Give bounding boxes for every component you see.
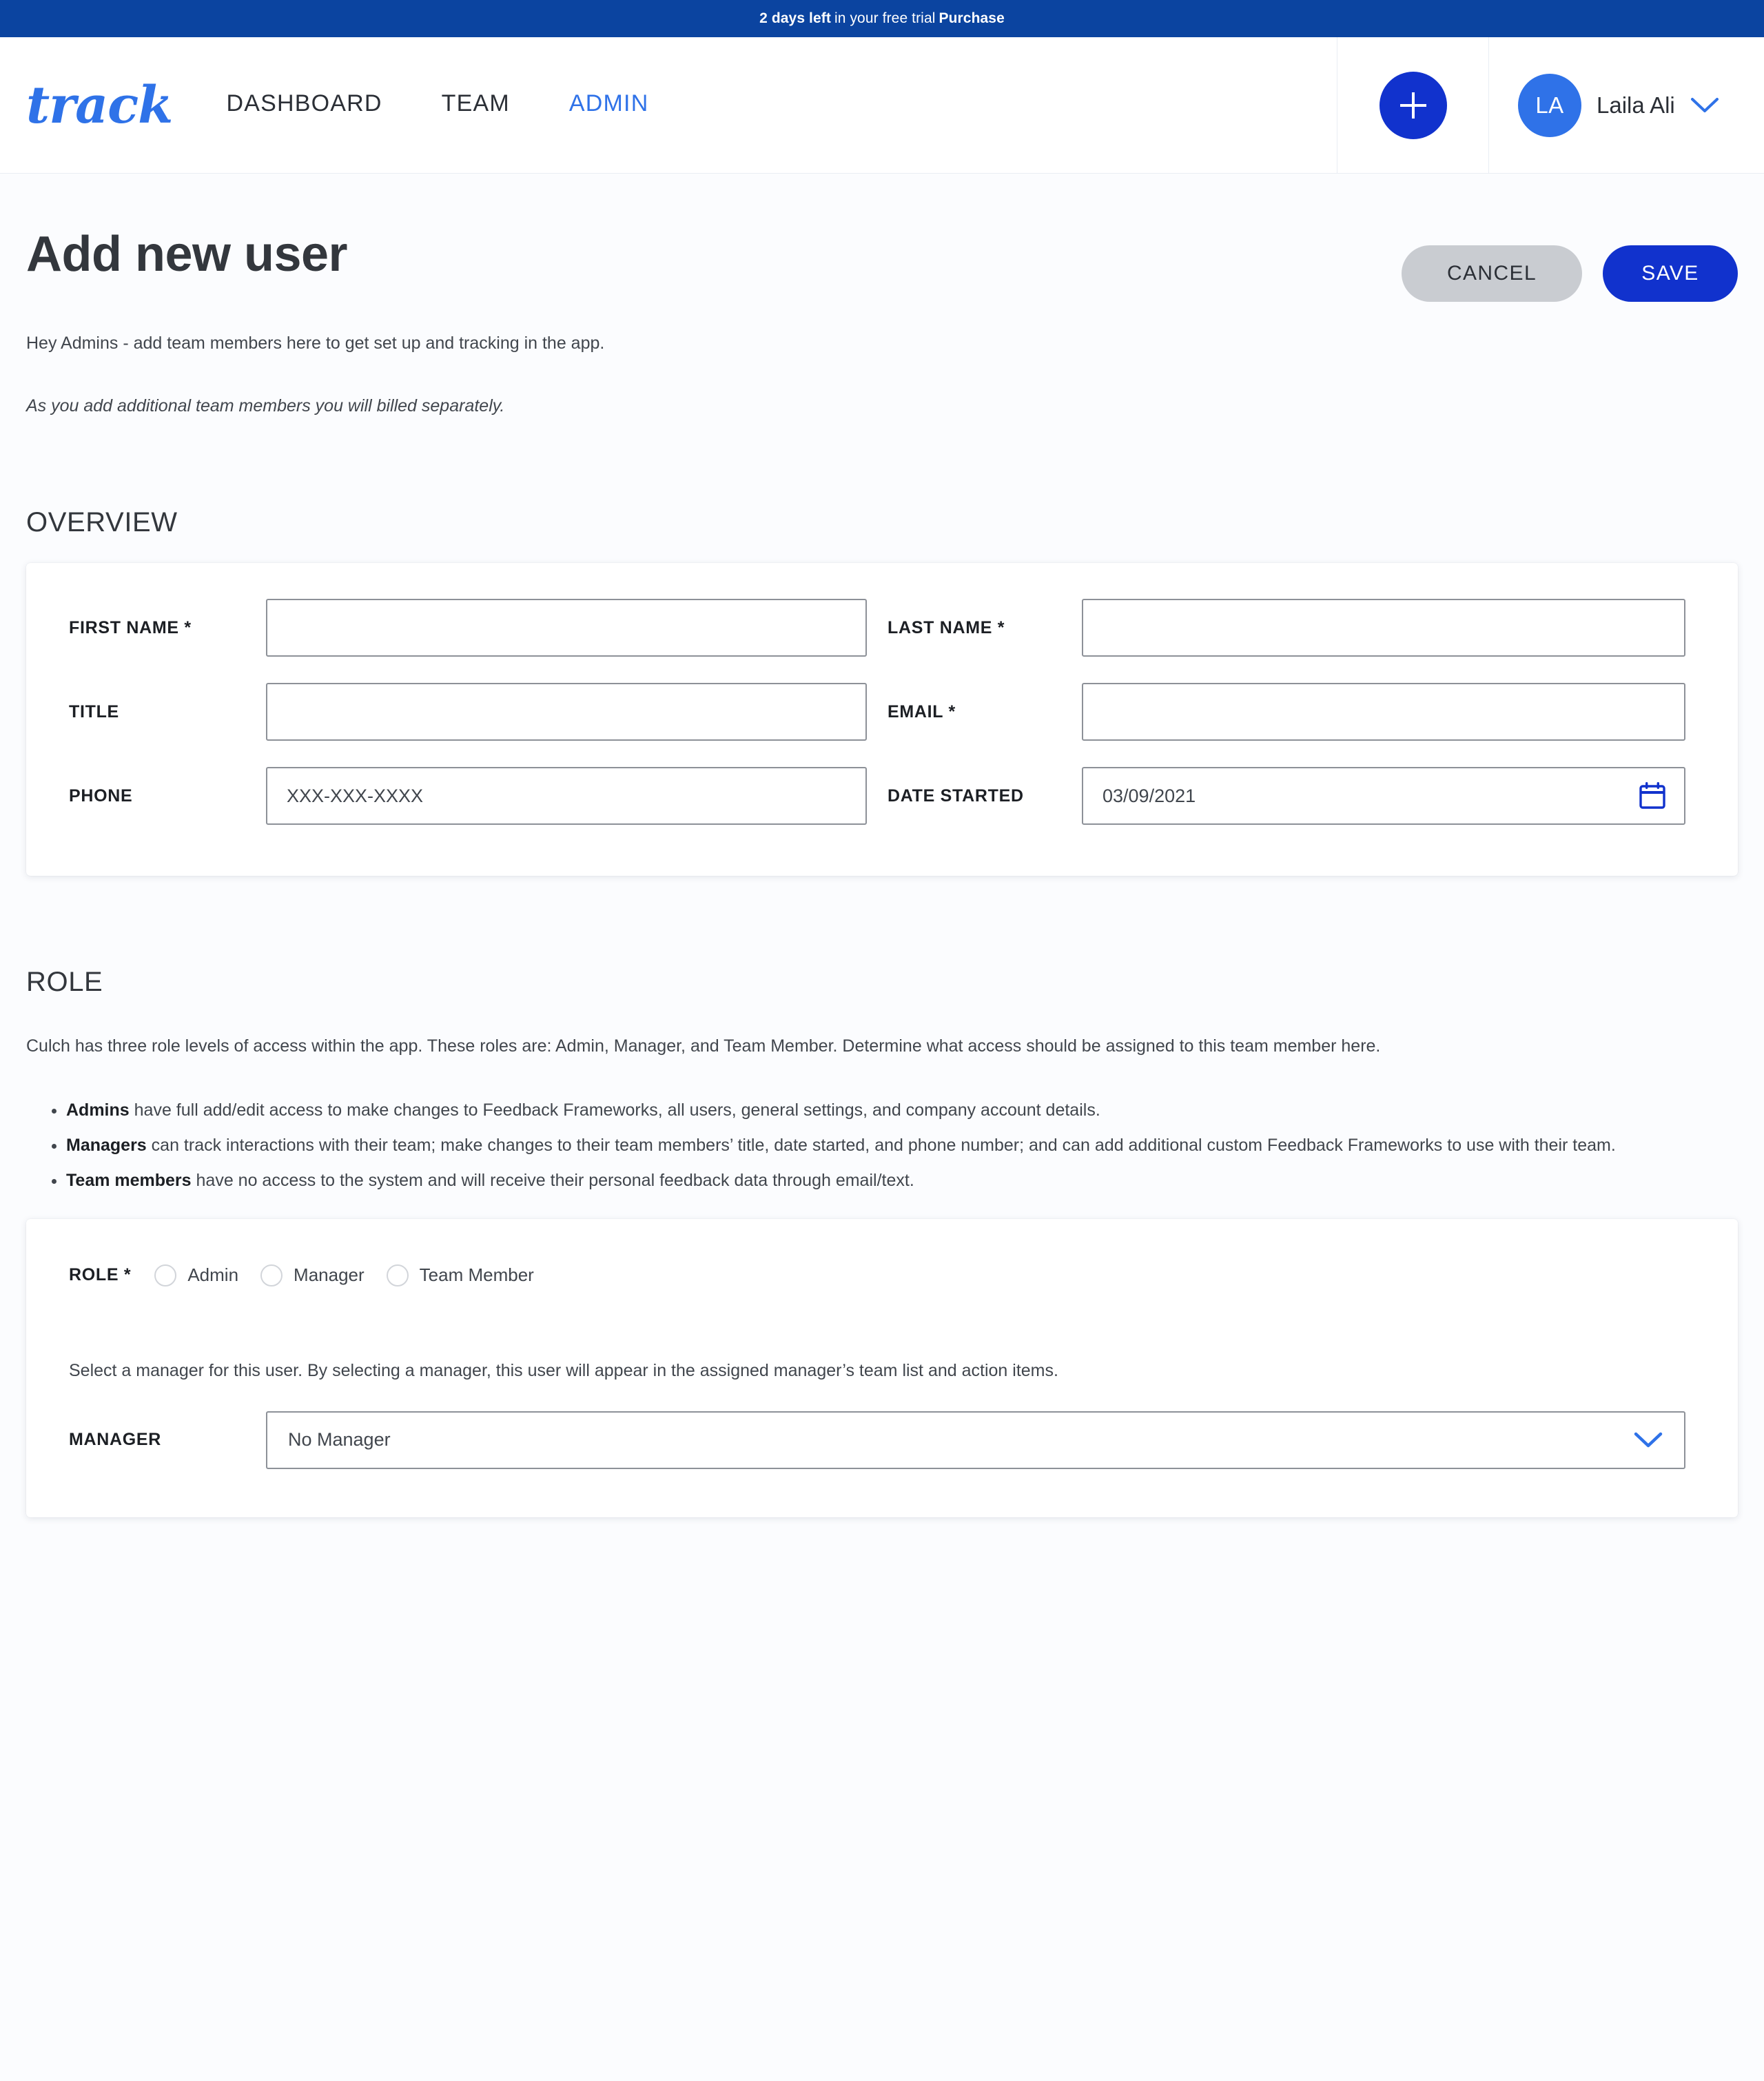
role-section-title: ROLE bbox=[26, 967, 103, 997]
first-name-label: FIRST NAME * bbox=[69, 617, 192, 637]
role-card: ROLE * Admin Manager Team Member Select … bbox=[26, 1218, 1738, 1517]
overview-card: FIRST NAME * LAST NAME * TITLE EMAIL * P… bbox=[26, 563, 1738, 876]
page-header: Add new user CANCEL SAVE bbox=[26, 174, 1738, 302]
phone-placeholder: XXX-XXX-XXXX bbox=[287, 785, 424, 806]
form-row-names: FIRST NAME * LAST NAME * bbox=[69, 599, 1685, 657]
role-bullet-admins: Admins have full add/edit access to make… bbox=[66, 1097, 1706, 1124]
title-group: TITLE bbox=[69, 683, 867, 741]
radio-icon[interactable] bbox=[260, 1264, 283, 1286]
add-button[interactable] bbox=[1379, 71, 1447, 139]
manager-selected-value: No Manager bbox=[288, 1429, 391, 1450]
email-group: EMAIL * bbox=[888, 683, 1685, 741]
radio-icon[interactable] bbox=[386, 1264, 409, 1286]
app-logo[interactable]: track bbox=[26, 80, 173, 131]
manager-select[interactable]: No Manager bbox=[266, 1411, 1685, 1469]
last-name-label: LAST NAME * bbox=[888, 617, 1005, 637]
nav-item-team[interactable]: TEAM bbox=[442, 90, 510, 117]
title-label: TITLE bbox=[69, 701, 119, 721]
date-started-group: DATE STARTED 03/09/2021 bbox=[888, 767, 1685, 825]
radio-label-admin: Admin bbox=[187, 1264, 239, 1285]
role-bullet-term: Team members bbox=[66, 1170, 192, 1190]
nav-links: DASHBOARD TEAM ADMIN bbox=[226, 90, 648, 120]
date-started-input[interactable]: 03/09/2021 bbox=[1082, 767, 1685, 825]
manager-help-text: Select a manager for this user. By selec… bbox=[69, 1360, 1058, 1380]
radio-option-team-member[interactable]: Team Member bbox=[386, 1264, 534, 1286]
role-radio-group: ROLE * Admin Manager Team Member bbox=[69, 1264, 1685, 1286]
last-name-group: LAST NAME * bbox=[888, 599, 1685, 657]
date-started-label: DATE STARTED bbox=[888, 786, 1024, 806]
first-name-input[interactable] bbox=[266, 599, 867, 657]
phone-input[interactable]: XXX-XXX-XXXX bbox=[266, 767, 867, 825]
first-name-group: FIRST NAME * bbox=[69, 599, 867, 657]
role-bullet-team-members: Team members have no access to the syste… bbox=[66, 1167, 1706, 1194]
trial-banner-text: in your free trial bbox=[834, 10, 936, 26]
date-started-value: 03/09/2021 bbox=[1102, 785, 1196, 806]
role-bullet-text: have full add/edit access to make change… bbox=[129, 1100, 1100, 1120]
role-field-label: ROLE * bbox=[69, 1265, 132, 1284]
trial-banner: 2 days left in your free trial Purchase bbox=[0, 0, 1764, 37]
form-row-title-email: TITLE EMAIL * bbox=[69, 683, 1685, 741]
intro-text-secondary: As you add additional team members you w… bbox=[26, 396, 505, 416]
intro-text-primary: Hey Admins - add team members here to ge… bbox=[26, 334, 605, 353]
save-button[interactable]: SAVE bbox=[1603, 245, 1738, 302]
role-bullet-managers: Managers can track interactions with the… bbox=[66, 1132, 1706, 1159]
radio-label-team-member: Team Member bbox=[419, 1264, 534, 1285]
nav-add-cell bbox=[1337, 37, 1488, 173]
trial-days-left: 2 days left bbox=[759, 10, 831, 26]
phone-label: PHONE bbox=[69, 786, 133, 806]
role-bullet-text: have no access to the system and will re… bbox=[191, 1170, 914, 1190]
calendar-icon[interactable] bbox=[1639, 781, 1666, 810]
page-content: Add new user CANCEL SAVE Hey Admins - ad… bbox=[0, 174, 1764, 2075]
purchase-link[interactable]: Purchase bbox=[939, 10, 1005, 27]
header-actions: CANCEL SAVE bbox=[1402, 229, 1738, 302]
role-bullet-term: Managers bbox=[66, 1136, 147, 1155]
phone-group: PHONE XXX-XXX-XXXX bbox=[69, 767, 867, 825]
manager-row: MANAGER No Manager bbox=[69, 1411, 1685, 1469]
chevron-down-icon[interactable] bbox=[1690, 96, 1719, 114]
radio-icon[interactable] bbox=[154, 1264, 177, 1286]
user-menu[interactable]: LA Laila Ali bbox=[1488, 37, 1764, 173]
nav-left-group: track DASHBOARD TEAM ADMIN bbox=[0, 37, 1337, 173]
role-bullet-text: can track interactions with their team; … bbox=[146, 1136, 1616, 1155]
role-bullet-list: Admins have full add/edit access to make… bbox=[26, 1097, 1738, 1193]
top-navigation-bar: track DASHBOARD TEAM ADMIN LA Laila Ali bbox=[0, 37, 1764, 174]
page-title: Add new user bbox=[26, 227, 348, 282]
role-bullet-term: Admins bbox=[66, 1100, 130, 1120]
plus-icon bbox=[1399, 92, 1426, 119]
cancel-button[interactable]: CANCEL bbox=[1402, 245, 1582, 302]
manager-label: MANAGER bbox=[69, 1430, 162, 1449]
overview-section-title: OVERVIEW bbox=[26, 507, 178, 537]
nav-item-admin[interactable]: ADMIN bbox=[569, 90, 649, 117]
avatar: LA bbox=[1518, 73, 1581, 137]
email-input[interactable] bbox=[1082, 683, 1685, 741]
user-name: Laila Ali bbox=[1597, 92, 1675, 118]
radio-label-manager: Manager bbox=[294, 1264, 365, 1285]
chevron-down-icon[interactable] bbox=[1633, 1431, 1663, 1449]
form-row-phone-date: PHONE XXX-XXX-XXXX DATE STARTED 03/09/20… bbox=[69, 767, 1685, 825]
last-name-input[interactable] bbox=[1082, 599, 1685, 657]
page-bottom-spacer bbox=[26, 1517, 1738, 2041]
radio-option-admin[interactable]: Admin bbox=[154, 1264, 238, 1286]
title-input[interactable] bbox=[266, 683, 867, 741]
role-intro-text: Culch has three role levels of access wi… bbox=[26, 1036, 1381, 1056]
nav-item-dashboard[interactable]: DASHBOARD bbox=[226, 90, 382, 117]
email-label: EMAIL * bbox=[888, 701, 956, 721]
radio-option-manager[interactable]: Manager bbox=[260, 1264, 365, 1286]
